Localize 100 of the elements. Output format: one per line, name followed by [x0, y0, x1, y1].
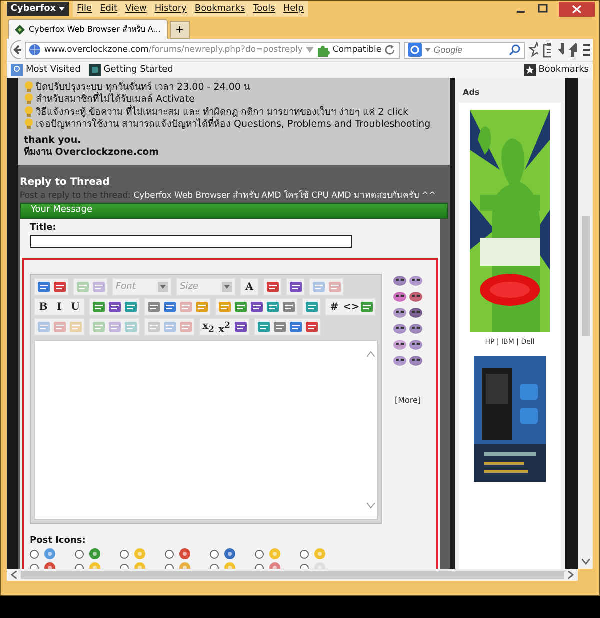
dropdown-arrow-icon[interactable]: [158, 282, 168, 292]
diamond-icon: [15, 24, 25, 34]
post-icons-label: Post Icons:: [30, 536, 87, 546]
smiley-icon[interactable]: [409, 306, 423, 318]
format-button[interactable]: #: [327, 300, 342, 314]
app-menu-button[interactable]: Cyberfox: [7, 2, 69, 16]
format-button[interactable]: A: [242, 280, 257, 294]
smiley-icon[interactable]: [409, 354, 423, 366]
signoff-text: ทีมงาน Overclockzone.com: [24, 147, 160, 159]
bookmarks-menu[interactable]: Bookmarks: [524, 64, 589, 76]
toolbar-icon[interactable]: [162, 300, 177, 314]
menu-item[interactable]: View: [126, 4, 147, 14]
format-button[interactable]: I: [52, 300, 67, 314]
close-icon[interactable]: [559, 2, 595, 16]
radio-button[interactable]: [75, 550, 84, 558]
thread-link[interactable]: Cyberfox Web Browser สำหรับ AMD ใครใช้ CPU AMD มาทดสอบกันครับ ^^: [134, 191, 436, 201]
smiley-icon[interactable]: [393, 306, 407, 318]
menu-item[interactable]: Help: [283, 4, 304, 14]
format-button[interactable]: <>: [343, 300, 358, 314]
toolbar-icon[interactable]: [288, 320, 303, 334]
scroll-thumb[interactable]: [582, 216, 590, 336]
vertical-scrollbar[interactable]: [578, 78, 593, 569]
toolbar-icon[interactable]: [359, 300, 374, 314]
toolbar-icon[interactable]: [265, 280, 280, 294]
scroll-right-icon[interactable]: [568, 571, 574, 579]
smiley-icon[interactable]: [393, 274, 407, 286]
toolbar-icon[interactable]: [256, 320, 271, 334]
maximize-icon[interactable]: [537, 4, 549, 14]
bookmark-link[interactable]: Most Visited: [11, 64, 81, 76]
toolbar-icon[interactable]: [52, 280, 67, 294]
toolbar-icon[interactable]: [107, 300, 122, 314]
smiley-icon[interactable]: [393, 290, 407, 302]
bookmark-link[interactable]: Getting Started: [88, 64, 174, 76]
format-button[interactable]: x$^{2}$: [217, 320, 232, 334]
toolbar-icon[interactable]: [288, 280, 303, 294]
addon-label[interactable]: Compatible: [332, 45, 382, 55]
horizontal-scrollbar[interactable]: [7, 569, 578, 581]
more-link[interactable]: [More]: [394, 396, 422, 405]
toolbar-icon[interactable]: [91, 300, 106, 314]
bulb-icon: [24, 80, 34, 92]
smiley-icon[interactable]: [409, 290, 423, 302]
toolbar-icon[interactable]: [36, 280, 51, 294]
menu-icon[interactable]: [580, 42, 590, 58]
message-field[interactable]: [34, 340, 378, 520]
menu-item[interactable]: Tools: [253, 4, 276, 14]
smiley-icon[interactable]: [393, 338, 407, 350]
bulb-icon: [24, 106, 34, 117]
bulb-icon: [24, 118, 34, 130]
radio-button[interactable]: [300, 550, 309, 558]
toolbar-icon[interactable]: [233, 320, 248, 334]
radio-button[interactable]: [30, 550, 39, 558]
smiley-icon[interactable]: [409, 322, 423, 334]
notice-text: ปิดปรับปรุงระบบ ทุกวันจันทร์ เวลา 23.00 - 24.00 น: [36, 80, 250, 93]
scroll-up-icon[interactable]: [367, 351, 375, 357]
search-field[interactable]: Google: [404, 42, 525, 58]
menu-item[interactable]: Bookmarks: [194, 4, 246, 14]
star-icon[interactable]: [528, 42, 538, 58]
toolbar-icon[interactable]: [304, 320, 319, 334]
format-button[interactable]: B: [36, 300, 51, 314]
toolbar-icon[interactable]: [123, 300, 138, 314]
new-tab-button[interactable]: +: [170, 21, 190, 39]
title-field[interactable]: [30, 235, 352, 248]
clipboard-icon[interactable]: [542, 42, 551, 58]
toolbar-icon[interactable]: [146, 300, 161, 314]
post-icon: [134, 548, 146, 560]
menu-item[interactable]: Edit: [100, 4, 118, 14]
dropdown-arrow-icon[interactable]: [222, 282, 232, 292]
search-icon[interactable]: [508, 44, 521, 56]
smiley-icon[interactable]: [393, 354, 407, 366]
format-button[interactable]: U: [68, 300, 83, 314]
menu-item[interactable]: File: [77, 4, 92, 14]
radio-button[interactable]: [210, 550, 219, 558]
radio-button[interactable]: [255, 550, 264, 558]
scroll-down-icon[interactable]: [582, 559, 590, 565]
scroll-thumb[interactable]: [21, 571, 564, 579]
toolbar-icon[interactable]: [281, 300, 296, 314]
notice-text: เจอปัญหาการใช้งาน สามารถแจ้งปัญหาได้ที่ห้อง Questions, Problems and Troubleshooting: [36, 117, 431, 132]
smiley-icon[interactable]: [393, 322, 407, 334]
notice-text: สำหรับสมาชิกที่ไม่ได้รับเมลล์ Activate: [36, 92, 195, 106]
smiley-icon[interactable]: [409, 274, 423, 286]
home-icon[interactable]: [568, 42, 577, 58]
toolbar-icon[interactable]: [249, 300, 264, 314]
title-label: Title:: [30, 223, 58, 233]
toolbar-icon[interactable]: [233, 300, 248, 314]
toolbar-icon[interactable]: [265, 300, 280, 314]
format-button[interactable]: x$_{2}$: [201, 320, 216, 334]
smiley-icon[interactable]: [409, 338, 423, 350]
menu-item[interactable]: History: [154, 4, 187, 14]
address-field[interactable]: www.overclockzone.com/forums/newreply.php?do=postreply Compatible: [25, 42, 400, 58]
toolbar-icon[interactable]: [304, 300, 319, 314]
post-icon: [89, 548, 101, 560]
scroll-left-icon[interactable]: [11, 571, 17, 579]
browser-tab[interactable]: Cyberfox Web Browser สำหรับ A...: [8, 19, 168, 39]
radio-button[interactable]: [120, 550, 129, 558]
scroll-down-icon[interactable]: [367, 503, 375, 509]
dropdown-icon[interactable]: [424, 48, 431, 52]
reload-icon[interactable]: [384, 44, 396, 56]
toolbar-icon[interactable]: [272, 320, 287, 334]
panel-header: Your Message: [20, 203, 448, 219]
radio-button[interactable]: [165, 550, 174, 558]
